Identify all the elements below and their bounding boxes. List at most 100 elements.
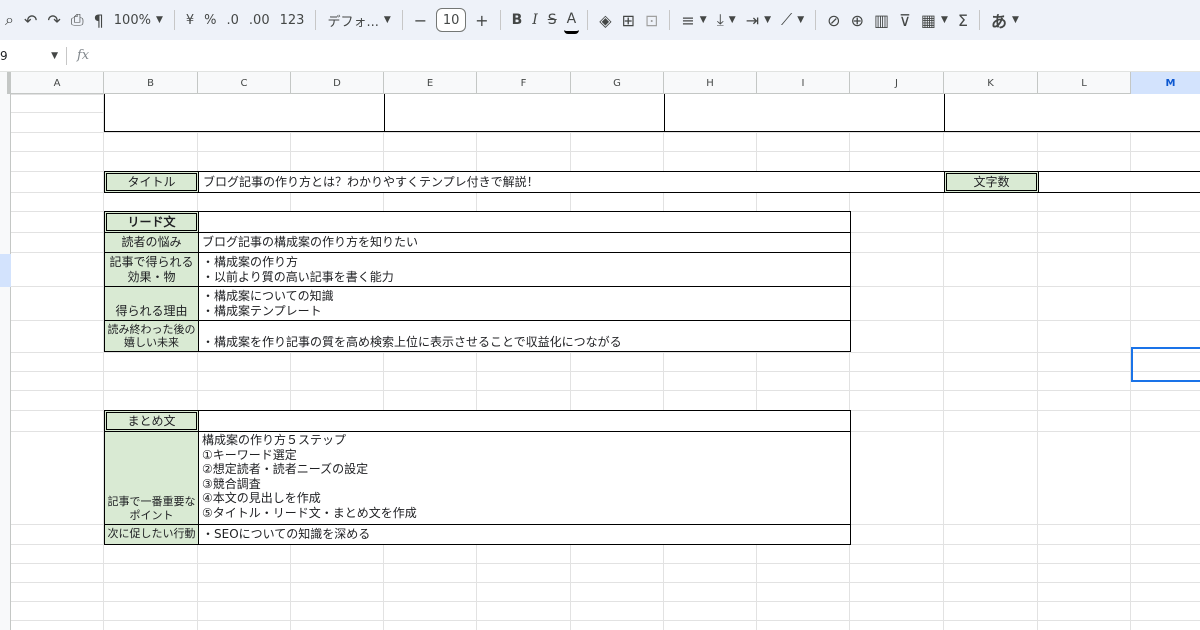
lead-header-value-cell[interactable] [198, 211, 851, 233]
grid-row-line [0, 601, 1200, 602]
insert-link-icon[interactable]: ⊘ [824, 6, 843, 34]
filter-views-icon[interactable]: ▦ ▼ [918, 6, 951, 34]
lead-value-cell[interactable]: ブログ記事の構成案の作り方を知りたい [198, 232, 851, 253]
column-header-row: ABCDEFGHIJKLM [0, 72, 1200, 94]
lead-value-cell[interactable]: ・構成案の作り方 ・以前より質の高い記事を書く能力 [198, 252, 851, 287]
lead-label: 読み終わった後の 嬉しい未来 [107, 323, 196, 349]
lead-value: ・構成案についての知識 ・構成案テンプレート [202, 288, 334, 318]
increase-decimal-button[interactable]: .00 [246, 6, 273, 34]
toolbar-divider [669, 10, 671, 30]
number-format-button[interactable]: 123 [277, 6, 308, 34]
zoom-select[interactable]: 100% ▼ [111, 6, 166, 34]
title-label-cell[interactable]: タイトル [104, 171, 199, 193]
font-size-input[interactable]: 10 [436, 8, 467, 32]
functions-button[interactable]: Σ [955, 6, 971, 34]
fill-color-icon[interactable]: ◈ [596, 6, 614, 34]
input-tools-button[interactable]: あ ▼ [988, 6, 1022, 34]
summary-label-cell[interactable]: 記事で一番重要な ポイント [104, 431, 199, 525]
grid-row-line [0, 620, 1200, 621]
grid-row-line [0, 352, 1200, 353]
select-all-corner[interactable] [0, 72, 11, 94]
top-border-cell[interactable] [384, 94, 665, 132]
chevron-down-icon: ▼ [383, 15, 391, 25]
font-size-increase-icon[interactable]: + [472, 6, 491, 34]
insert-chart-icon[interactable]: ▥ [871, 6, 892, 34]
lead-value-cell[interactable]: ・構成案を作り記事の質を高め検索上位に表示させることで収益化につながる [198, 320, 851, 352]
char-count-label-cell[interactable]: 文字数 [944, 171, 1039, 193]
column-header-d[interactable]: D [291, 72, 384, 94]
toolbar-divider [587, 10, 589, 30]
decrease-decimal-button[interactable]: .0 [224, 6, 242, 34]
active-cell-selection[interactable] [1131, 347, 1200, 382]
filter-icon[interactable]: ⊽ [896, 6, 914, 34]
char-count-label: 文字数 [973, 174, 1010, 189]
column-header-e[interactable]: E [384, 72, 477, 94]
column-header-m[interactable]: M [1131, 72, 1200, 94]
lead-header-cell[interactable]: リード文 [104, 211, 199, 233]
font-size-decrease-icon[interactable]: − [411, 6, 430, 34]
summary-label-cell[interactable]: 次に促したい行動 [104, 524, 199, 545]
char-count-value-cell[interactable] [1038, 171, 1200, 193]
paint-format-icon[interactable]: ¶ [91, 6, 107, 34]
text-color-button[interactable]: A [563, 6, 580, 34]
summary-header: まとめ文 [127, 413, 176, 428]
undo-icon[interactable]: ↶ [21, 6, 40, 34]
column-header-j[interactable]: J [850, 72, 944, 94]
summary-header-value-cell[interactable] [198, 410, 851, 432]
summary-value: ・SEOについての知識を深める [202, 527, 371, 542]
italic-button[interactable]: I [529, 6, 541, 34]
top-border-cell[interactable] [104, 94, 385, 132]
redo-icon[interactable]: ↷ [44, 6, 63, 34]
zoom-value: 100% [113, 12, 151, 28]
column-header-l[interactable]: L [1038, 72, 1131, 94]
formula-divider [66, 46, 67, 65]
column-header-c[interactable]: C [198, 72, 291, 94]
borders-icon[interactable]: ⊞ [619, 6, 638, 34]
toolbar-divider [173, 10, 175, 30]
lead-label: 読者の悩み [121, 235, 182, 250]
strikethrough-button[interactable]: S [545, 6, 560, 34]
name-box[interactable]: 9 ▼ [0, 49, 66, 63]
grid-row-line [0, 582, 1200, 583]
search-menu-icon[interactable]: ⌕ [2, 6, 17, 34]
horizontal-align-icon[interactable]: ≡ ▼ [678, 6, 709, 34]
percent-format-button[interactable]: % [201, 6, 219, 34]
merge-cells-icon[interactable]: ⊡ [642, 6, 661, 34]
currency-format-button[interactable]: ¥ [183, 6, 197, 34]
chevron-down-icon: ▼ [1011, 15, 1019, 25]
summary-value-cell[interactable]: 構成案の作り方５ステップ ①キーワード選定 ②想定読者・読者ニーズの設定 ③競合… [198, 431, 851, 525]
font-family-select[interactable]: デフォ... ▼ [324, 6, 393, 34]
lead-label: 記事で得られる 効果・物 [109, 254, 194, 284]
lead-label-cell[interactable]: 得られる理由 [104, 286, 199, 321]
bold-button[interactable]: B [509, 6, 526, 34]
top-border-cell[interactable] [944, 94, 1200, 132]
column-header-b[interactable]: B [104, 72, 198, 94]
column-header-h[interactable]: H [664, 72, 757, 94]
lead-label-cell[interactable]: 読み終わった後の 嬉しい未来 [104, 320, 199, 352]
top-border-cell[interactable] [664, 94, 945, 132]
column-header-i[interactable]: I [757, 72, 850, 94]
selected-row-header[interactable] [0, 254, 11, 287]
vertical-align-icon[interactable]: ⤓ ▼ [714, 6, 739, 34]
lead-label: 得られる理由 [115, 304, 188, 319]
column-header-g[interactable]: G [571, 72, 664, 94]
summary-header-cell[interactable]: まとめ文 [104, 410, 199, 432]
toolbar-divider [978, 10, 980, 30]
lead-label-cell[interactable]: 記事で得られる 効果・物 [104, 252, 199, 287]
sheet-grid[interactable]: タイトル ブログ記事の作り方とは？わかりやすくテンプレ付きで解説！ 文字数 リー… [0, 94, 1200, 630]
text-wrapping-icon[interactable]: ⇥ ▼ [743, 6, 774, 34]
text-rotation-icon[interactable]: ⟋ ▼ [778, 6, 807, 34]
lead-value-cell[interactable]: ・構成案についての知識 ・構成案テンプレート [198, 286, 851, 321]
name-box-value: 9 [0, 48, 8, 63]
column-header-a[interactable]: A [11, 72, 104, 94]
grid-row-line [0, 371, 1200, 372]
summary-label: 次に促したい行動 [107, 527, 196, 541]
insert-comment-icon[interactable]: ⊕ [848, 6, 867, 34]
column-header-k[interactable]: K [944, 72, 1038, 94]
title-value-cell[interactable]: ブログ記事の作り方とは？わかりやすくテンプレ付きで解説！ [198, 171, 945, 193]
grid-row-line [0, 390, 1200, 391]
lead-label-cell[interactable]: 読者の悩み [104, 232, 199, 253]
print-icon[interactable]: ⎙ [68, 6, 87, 34]
column-header-f[interactable]: F [477, 72, 571, 94]
summary-value-cell[interactable]: ・SEOについての知識を深める [198, 524, 851, 545]
